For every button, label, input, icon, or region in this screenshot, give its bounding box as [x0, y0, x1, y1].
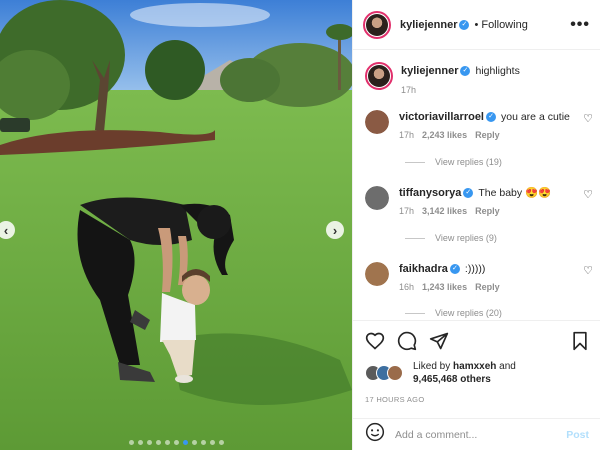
caption-avatar[interactable]	[365, 62, 393, 90]
reply-dash	[405, 237, 425, 239]
verified-badge-icon: ✓	[486, 112, 496, 123]
verified-badge-icon: ✓	[463, 188, 474, 199]
commenter-avatar-fill	[365, 262, 389, 286]
add-comment-input[interactable]: Add a comment...	[395, 429, 566, 441]
post-timestamp[interactable]: 17 HOURS AGO	[365, 395, 424, 404]
comment-like-heart-icon[interactable]: ♡	[583, 264, 593, 277]
caption-username[interactable]: kyliejenner	[401, 65, 458, 77]
commenter-avatar[interactable]	[365, 110, 389, 134]
carousel-dot	[191, 440, 197, 445]
comment-reply-button[interactable]: Reply	[475, 130, 500, 140]
comment-time: 16h	[399, 282, 415, 292]
comment-item: tiffanysorya ✓ The baby 😍😍 17h 3,142 likes R…	[365, 186, 593, 216]
photo-scene	[0, 0, 352, 450]
commenter-avatar[interactable]	[365, 262, 389, 286]
share-icon[interactable]	[429, 331, 449, 351]
liker-avatars	[365, 364, 405, 382]
caption-text: highlights	[475, 65, 520, 77]
carousel-dot	[155, 440, 161, 445]
comment-time: 17h	[399, 130, 415, 140]
comment-text: :)))))	[464, 263, 486, 275]
carousel-dot	[146, 440, 152, 445]
author-avatar[interactable]	[363, 10, 391, 39]
caption-time: 17h	[401, 85, 417, 95]
carousel-dot	[164, 440, 170, 445]
reply-dash	[405, 312, 425, 314]
comment-username[interactable]: faikhadra	[399, 263, 448, 275]
liked-by-prefix: Liked by	[413, 361, 451, 372]
view-replies-button[interactable]: View replies (20)	[405, 308, 502, 318]
comment-time: 17h	[399, 206, 415, 216]
liker-avatar	[387, 365, 403, 381]
likes-count[interactable]: 9,465,468 others	[413, 374, 491, 385]
carousel-dot	[200, 440, 206, 445]
more-options-icon[interactable]: •••	[570, 16, 590, 34]
carousel-dots	[0, 440, 352, 445]
comment-username[interactable]: victoriavillarroel	[399, 111, 484, 123]
carousel-next-button[interactable]: ›	[326, 221, 344, 239]
commenter-avatar-fill	[365, 186, 389, 210]
comment-likes[interactable]: 2,243 likes	[422, 130, 467, 140]
bookmark-icon[interactable]	[571, 331, 589, 351]
liked-by-user[interactable]: hamxxeh	[453, 361, 496, 372]
comment-likes[interactable]: 1,243 likes	[422, 282, 467, 292]
post-photo[interactable]: ‹ ›	[0, 0, 352, 450]
view-replies-label: View replies (19)	[435, 157, 502, 167]
comment-likes[interactable]: 3,142 likes	[422, 206, 467, 216]
comment-item: victoriavillarroel ✓ you are a cutie 17h 2,…	[365, 110, 593, 140]
comment-text: you are a cutie	[501, 111, 570, 123]
comment-username[interactable]: tiffanysorya	[399, 187, 461, 199]
post-header: kyliejenner ✓ • Following •••	[353, 0, 600, 50]
carousel-dot	[218, 440, 224, 445]
comment-icon[interactable]	[397, 331, 417, 351]
comment-reply-button[interactable]: Reply	[475, 282, 500, 292]
liked-by-joiner: and	[499, 361, 516, 372]
comment-like-heart-icon[interactable]: ♡	[583, 188, 593, 201]
author-username[interactable]: kyliejenner	[400, 19, 457, 31]
view-replies-label: View replies (20)	[435, 308, 502, 318]
view-replies-label: View replies (9)	[435, 233, 497, 243]
post-comment-button[interactable]: Post	[566, 429, 589, 441]
heart-icon[interactable]	[365, 331, 385, 351]
verified-badge-icon: ✓	[459, 19, 470, 30]
commenter-avatar-fill	[365, 110, 389, 134]
carousel-dot	[209, 440, 215, 445]
liked-by: Liked by hamxxeh and 9,465,468 others	[365, 360, 516, 386]
add-comment-bar: Add a comment... Post	[353, 418, 600, 450]
view-replies-button[interactable]: View replies (9)	[405, 233, 497, 243]
post-actions-bar	[353, 320, 600, 360]
commenter-avatar[interactable]	[365, 186, 389, 210]
carousel-dot	[182, 440, 188, 445]
comment-item: faikhadra ✓:))))) 16h 1,243 likes Reply ♡	[365, 262, 593, 292]
comment-text: The baby 😍😍	[478, 187, 552, 199]
reply-dash	[405, 161, 425, 163]
comments-list[interactable]: kyliejenner ✓ highlights 17h victoriavilla…	[353, 50, 600, 320]
view-replies-button[interactable]: View replies (19)	[405, 157, 502, 167]
carousel-dot	[137, 440, 143, 445]
verified-badge-icon: ✓	[449, 264, 460, 275]
following-button[interactable]: Following	[481, 19, 527, 31]
comment-like-heart-icon[interactable]: ♡	[583, 112, 593, 125]
carousel-dot	[173, 440, 179, 445]
verified-badge-icon: ✓	[460, 66, 471, 77]
comment-reply-button[interactable]: Reply	[475, 206, 500, 216]
header-separator: •	[474, 18, 479, 31]
carousel-dot	[128, 440, 134, 445]
post-side-panel: kyliejenner ✓ • Following ••• kyliejenne…	[352, 0, 600, 450]
caption: kyliejenner ✓ highlights 17h	[365, 62, 593, 95]
emoji-icon[interactable]	[365, 422, 385, 447]
liked-by-text: Liked by hamxxeh and 9,465,468 others	[413, 360, 516, 386]
